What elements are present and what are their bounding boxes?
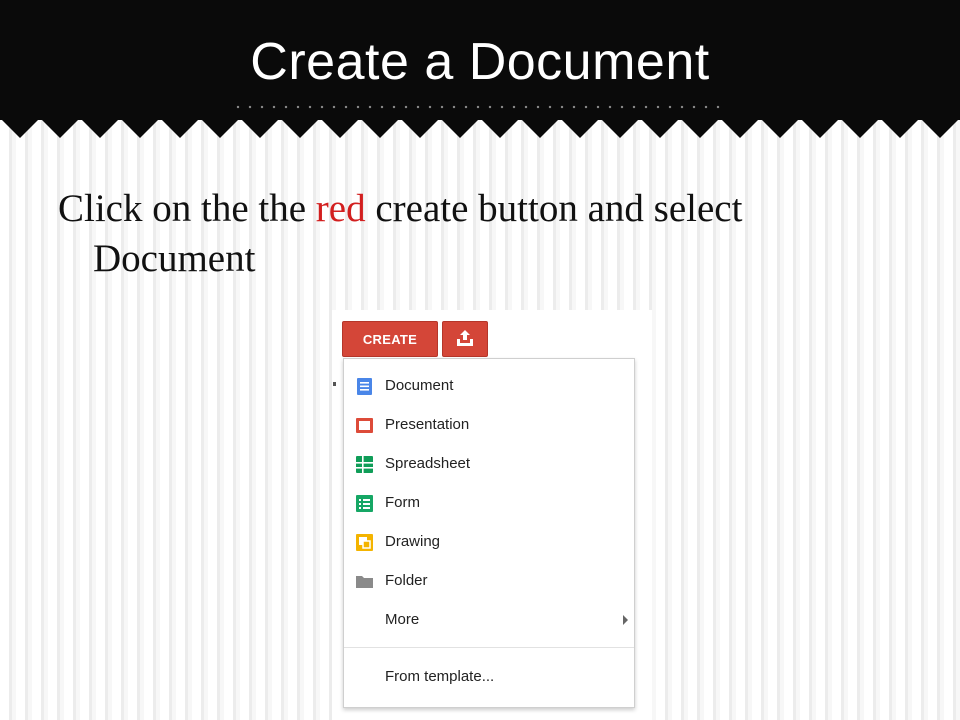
menu-item-label: Form (385, 494, 420, 511)
dotted-divider (232, 105, 728, 109)
instruction-part1: Click on the the (58, 187, 316, 230)
instruction-highlight: red (315, 187, 366, 230)
presentation-icon (356, 418, 373, 433)
form-icon (356, 495, 373, 512)
spreadsheet-icon (356, 456, 373, 473)
menu-item-label: Document (385, 377, 454, 394)
submenu-arrow-icon (623, 615, 628, 625)
menu-item-label: From template... (385, 668, 495, 685)
drive-create-menu-screenshot: CREATE Document Presentation Spreadsheet… (332, 310, 652, 720)
upload-button[interactable] (442, 321, 488, 357)
menu-item-label: Presentation (385, 416, 470, 433)
menu-separator (344, 647, 634, 648)
header-zigzag-edge (0, 118, 960, 138)
menu-item-label: More (385, 611, 420, 628)
slide-header: Create a Document (0, 0, 960, 120)
menu-item-label: Folder (385, 572, 428, 589)
document-icon (357, 378, 372, 395)
menu-item-spreadsheet[interactable]: Spreadsheet (344, 445, 634, 483)
menu-item-folder[interactable]: Folder (344, 562, 634, 600)
create-button[interactable]: CREATE (342, 321, 438, 357)
upload-icon (457, 330, 473, 346)
menu-item-label: Spreadsheet (385, 455, 471, 472)
instruction-text: Click on the the red create button and s… (58, 184, 918, 284)
menu-item-more[interactable]: More (344, 601, 634, 639)
stray-mark (333, 382, 336, 386)
drawing-icon (356, 534, 373, 551)
instruction-part2: create button and select (365, 187, 743, 230)
menu-item-label: Drawing (385, 533, 441, 550)
menu-item-document[interactable]: Document (344, 367, 634, 405)
menu-item-presentation[interactable]: Presentation (344, 406, 634, 444)
slide-title: Create a Document (250, 33, 710, 91)
folder-icon (356, 576, 373, 588)
instruction-line2: Document (93, 237, 256, 280)
create-dropdown-menu: Document Presentation Spreadsheet Form D… (343, 358, 635, 708)
menu-item-drawing[interactable]: Drawing (344, 523, 634, 561)
menu-item-from-template[interactable]: From template... (344, 658, 634, 696)
menu-item-form[interactable]: Form (344, 484, 634, 522)
